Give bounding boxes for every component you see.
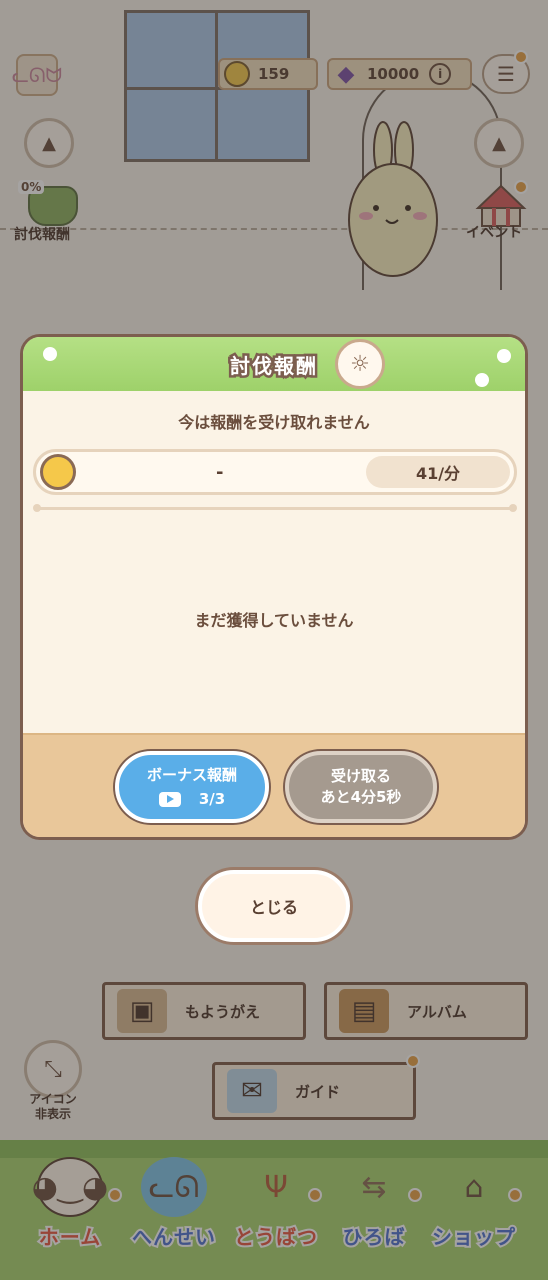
- bonus-reward-label: ボーナス報酬: [146, 766, 237, 784]
- close-button[interactable]: とじる: [198, 870, 350, 942]
- dialog-header: 討伐報酬 ☼: [23, 337, 525, 391]
- reward-amount: -: [216, 461, 224, 483]
- bonus-count-row: 3/3: [158, 787, 226, 811]
- hint-button[interactable]: ☼: [335, 339, 385, 389]
- receive-label: 受け取る: [330, 767, 391, 785]
- reward-rate: 41/分: [366, 456, 510, 488]
- reward-progress-track: [33, 504, 517, 512]
- flower-decoration: [475, 373, 489, 387]
- dialog-footer: ボーナス報酬 3/3 受け取る あと4分5秒: [23, 733, 525, 837]
- empty-reward-message: まだ獲得していません: [194, 611, 354, 630]
- receive-button[interactable]: 受け取る あと4分5秒: [285, 751, 437, 823]
- receive-countdown: あと4分5秒: [320, 788, 402, 806]
- flower-decoration: [43, 347, 57, 361]
- reward-row: - 41/分: [33, 449, 517, 495]
- bonus-count: 3/3: [198, 790, 226, 808]
- bonus-reward-button[interactable]: ボーナス報酬 3/3: [115, 751, 269, 823]
- lightbulb-icon: ☼: [350, 351, 370, 377]
- flower-decoration: [497, 349, 511, 363]
- video-play-icon: [158, 792, 181, 807]
- subjugation-reward-dialog: 討伐報酬 ☼ 今は報酬を受け取れません - 41/分 まだ獲得していません ボー…: [20, 334, 528, 840]
- dialog-status-text: 今は報酬を受け取れません: [178, 413, 370, 432]
- close-label: とじる: [249, 898, 298, 917]
- dialog-title: 討伐報酬: [228, 351, 319, 380]
- coin-icon: [40, 454, 76, 490]
